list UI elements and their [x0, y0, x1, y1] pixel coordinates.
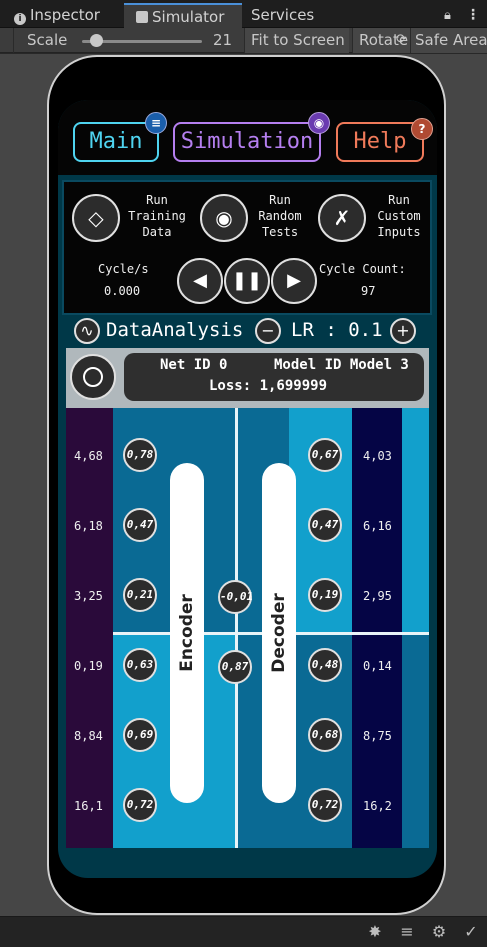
encoder-node[interactable]: 0,21 — [123, 578, 157, 612]
loss-value: Loss: 1,699999 — [209, 378, 328, 394]
latent-node[interactable]: -0,01 — [218, 580, 253, 614]
list-icon: ≡ — [145, 112, 167, 134]
input-value: 16,1 — [74, 799, 103, 813]
data-analysis-label[interactable]: DataAnalysis — [106, 319, 243, 341]
cycle-count-label: Cycle Count: — [319, 262, 406, 276]
tab-simulator[interactable]: Simulator — [124, 3, 242, 28]
input-value: 3,25 — [74, 589, 103, 603]
step-back-button[interactable]: ◀ — [177, 258, 223, 304]
learning-rate-row: ∿ DataAnalysis − LR : 0.1 + — [58, 315, 437, 347]
cycle-count-value: 97 — [361, 284, 376, 298]
model-info-panel: Net ID 0 Model ID Model 3 Loss: 1,699999 — [124, 353, 424, 401]
simulation-button[interactable]: Simulation — [173, 122, 321, 162]
layers-icon[interactable]: ≡ — [397, 922, 417, 942]
controls-panel: ◇ Run Training Data ◉ Run Random Tests ✗… — [62, 180, 432, 315]
input-value: 4,68 — [74, 449, 103, 463]
output-value: 2,95 — [363, 589, 392, 603]
output-column — [352, 408, 402, 848]
encoder-node[interactable]: 0,47 — [123, 508, 157, 542]
scale-label: Scale — [27, 31, 68, 49]
simulator-icon — [136, 11, 148, 23]
decrease-lr-button[interactable]: − — [255, 318, 281, 344]
top-navigation: Main ≡ Simulation ◉ Help ? — [58, 100, 437, 175]
run-random-label: Run Random Tests — [258, 193, 302, 239]
safe-area-toggle[interactable]: Safe Area — [410, 28, 487, 53]
output-value: 8,75 — [363, 729, 392, 743]
input-value: 0,19 — [74, 659, 103, 673]
decoder-node[interactable]: 0,68 — [308, 718, 342, 752]
more-options-icon[interactable]: ⋮ — [466, 3, 480, 28]
latent-node[interactable]: 0,87 — [218, 650, 252, 684]
decoder-node[interactable]: 0,72 — [308, 788, 342, 822]
editor-tab-bar: i Inspector Simulator Services 🔒︎ ⋮ — [0, 0, 487, 28]
editor-status-bar: ✸ ≡ ⚙ ✓ — [0, 916, 487, 947]
encoder-node[interactable]: 0,63 — [123, 648, 157, 682]
increase-lr-button[interactable]: + — [390, 318, 416, 344]
scale-slider-handle[interactable] — [90, 34, 103, 47]
output-value: 0,14 — [363, 659, 392, 673]
toolbar-handle — [0, 28, 14, 53]
run-custom-label: Run Custom Inputs — [377, 193, 421, 239]
decoder-node[interactable]: 0,47 — [308, 508, 342, 542]
output-value: 16,2 — [363, 799, 392, 813]
brain-icon[interactable]: ◉ — [200, 194, 248, 242]
encoder-node[interactable]: 0,72 — [123, 788, 157, 822]
lr-value: LR : 0.1 — [291, 319, 383, 341]
simulator-toolbar: Scale 21 Fit to Screen Rotate ⟳ Safe Are… — [0, 28, 487, 53]
model-id: Model ID Model 3 — [274, 357, 409, 373]
diamond-icon[interactable]: ◇ — [72, 194, 120, 242]
decoder-node[interactable]: 0,19 — [308, 578, 342, 612]
network-visualization: 4,68 6,18 3,25 0,19 8,84 16,1 0,78 0,47 … — [66, 408, 429, 848]
decoder-node[interactable]: 0,67 — [308, 438, 342, 472]
pause-button[interactable]: ❚❚ — [224, 258, 270, 304]
decoder-node[interactable]: 0,48 — [308, 648, 342, 682]
encoder-node[interactable]: 0,78 — [123, 438, 157, 472]
settings-icon[interactable]: ⚙ — [429, 922, 449, 942]
question-icon: ? — [411, 118, 433, 140]
model-info-row: Net ID 0 Model ID Model 3 Loss: 1,699999 — [66, 348, 429, 408]
step-forward-button[interactable]: ▶ — [271, 258, 317, 304]
device-screen: Main ≡ Simulation ◉ Help ? ◇ Run Trainin… — [58, 100, 437, 878]
input-column — [66, 408, 113, 848]
output-value: 6,16 — [363, 519, 392, 533]
fit-to-screen-button[interactable]: Fit to Screen — [244, 28, 349, 53]
chart-icon[interactable]: ∿ — [74, 318, 100, 344]
rotate-icon: ⟳ — [396, 32, 407, 47]
encoder-bar: Encoder — [170, 463, 204, 803]
encoder-label: Encoder — [177, 594, 197, 672]
tab-services[interactable]: Services — [251, 3, 341, 28]
output-value: 4,03 — [363, 449, 392, 463]
input-value: 8,84 — [74, 729, 103, 743]
scale-value: 21 — [213, 31, 233, 49]
edge-upper-region — [402, 408, 429, 634]
encoder-node[interactable]: 0,69 — [123, 718, 157, 752]
run-training-label: Run Training Data — [128, 193, 186, 239]
decoder-label: Decoder — [269, 593, 289, 673]
cycle-rate-label: Cycle/s — [98, 262, 149, 276]
input-value: 6,18 — [74, 519, 103, 533]
check-icon[interactable]: ✓ — [461, 922, 481, 942]
cycle-rate-value: 0.000 — [104, 284, 141, 298]
tab-inspector[interactable]: i Inspector — [14, 3, 122, 28]
wrench-icon[interactable]: ✗ — [318, 194, 366, 242]
decoder-bar: Decoder — [262, 463, 296, 803]
eye-icon: ◉ — [308, 112, 330, 134]
info-icon: i — [14, 13, 26, 25]
lock-icon[interactable]: 🔒︎ — [444, 3, 460, 28]
record-button[interactable] — [70, 354, 116, 400]
net-id: Net ID 0 — [160, 357, 228, 373]
bug-icon[interactable]: ✸ — [365, 922, 385, 942]
